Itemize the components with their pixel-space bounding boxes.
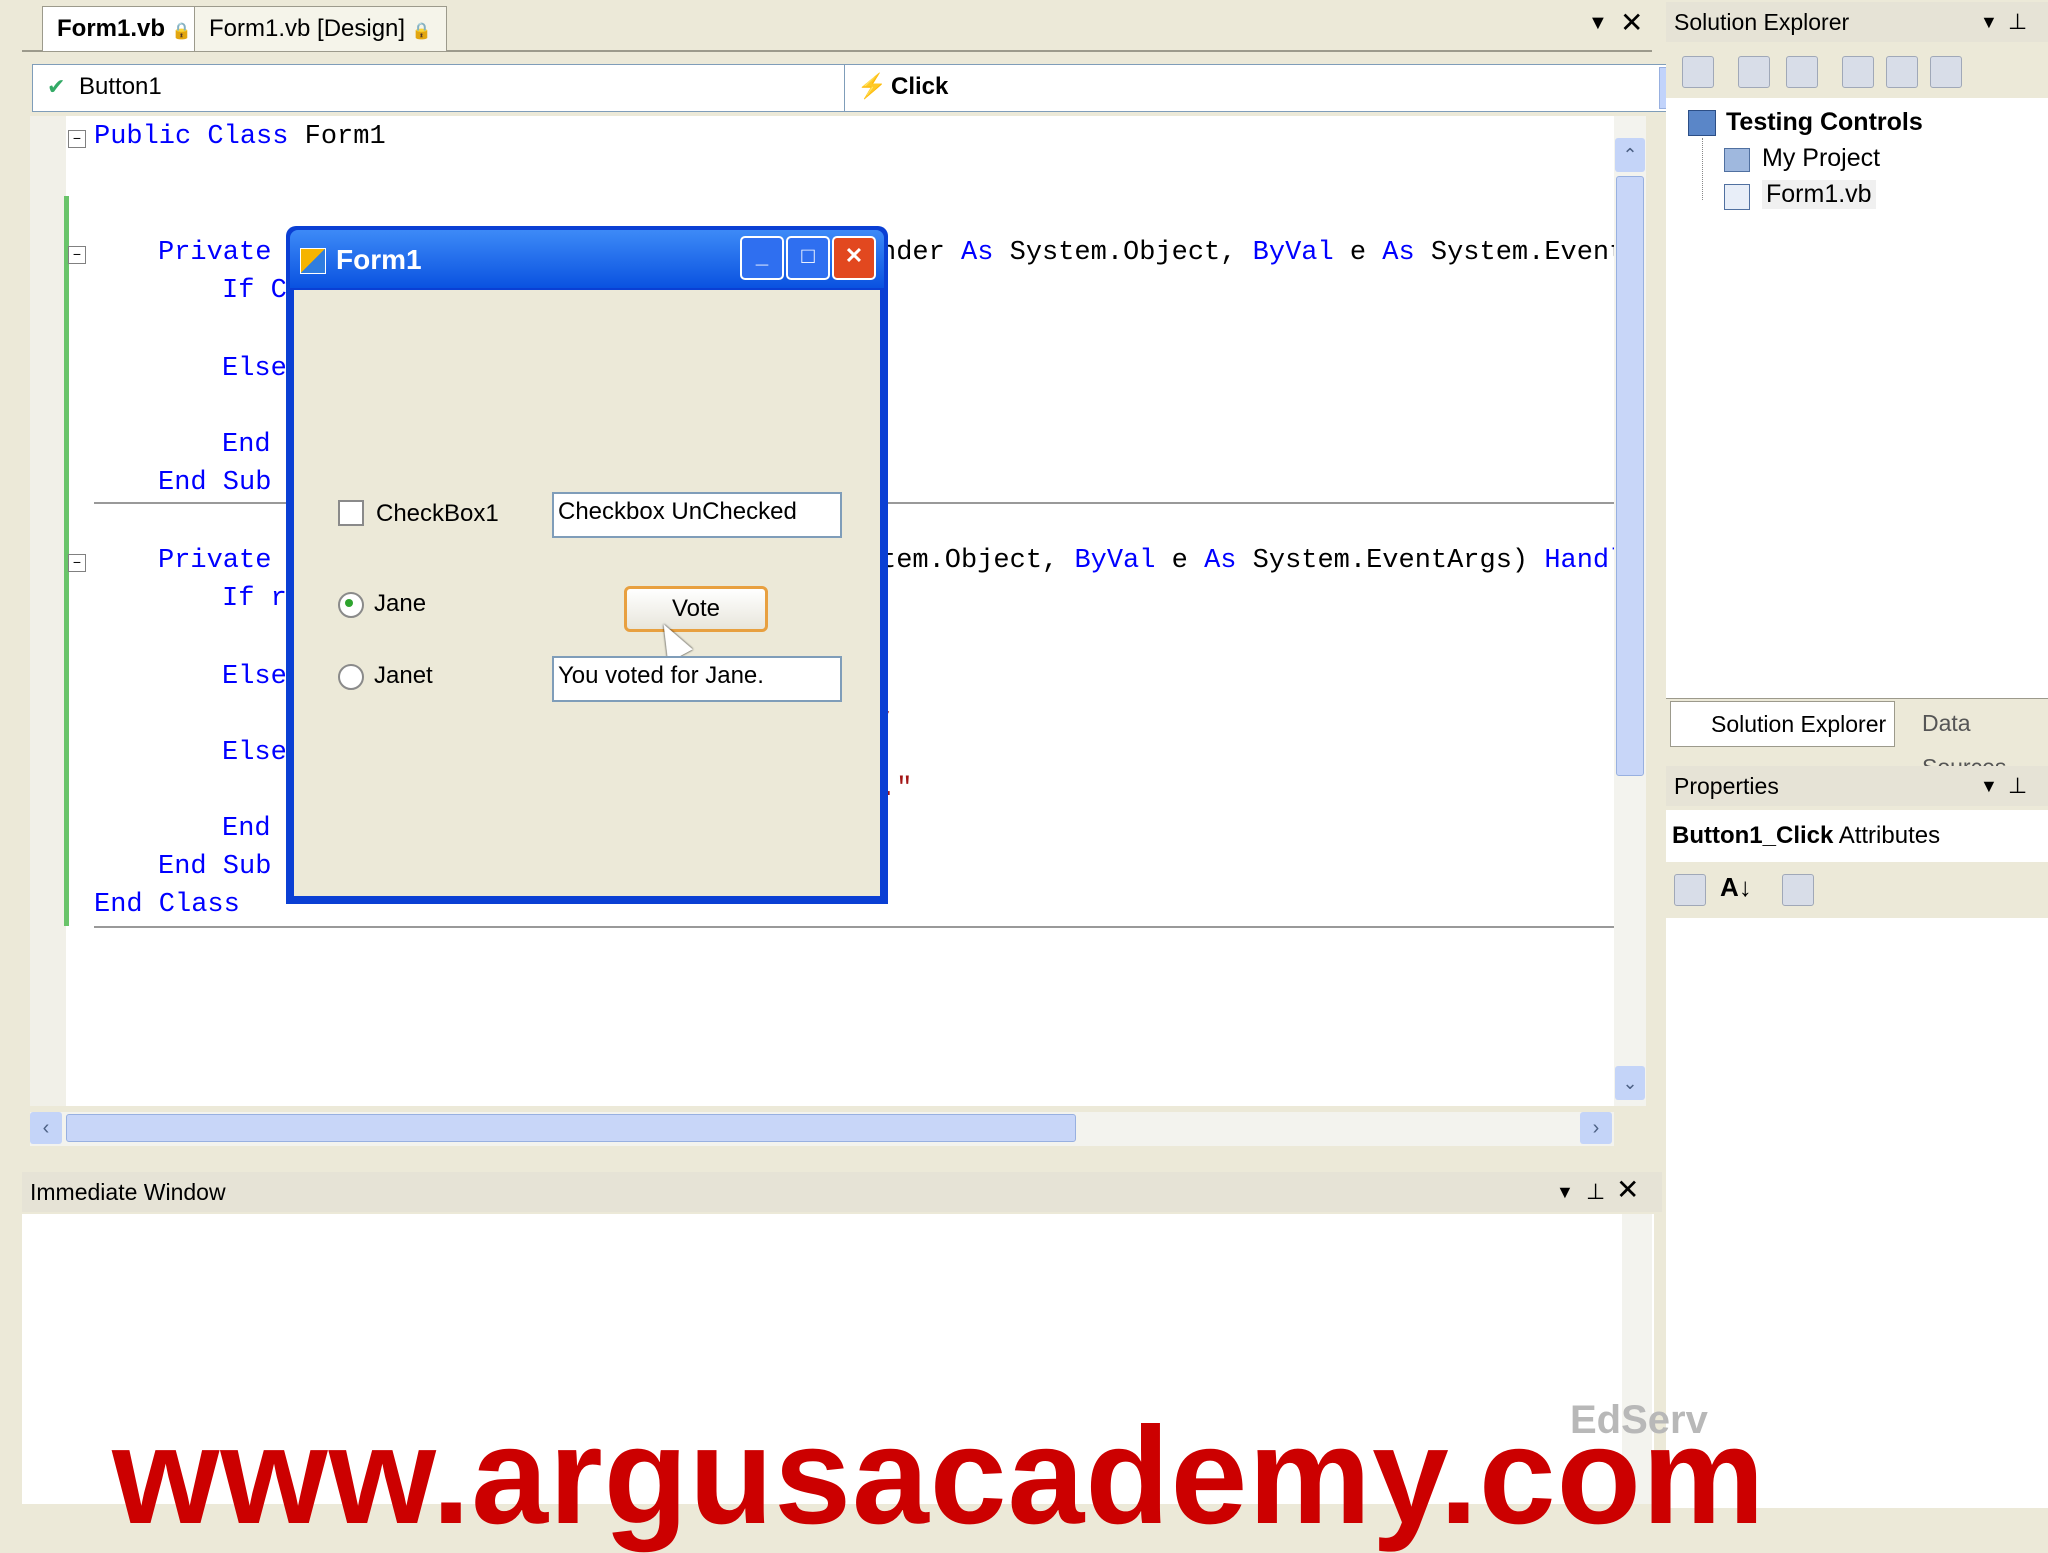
tab-data-sources[interactable]: Data Sources: [1882, 701, 2048, 780]
checkbox-status-textbox[interactable]: Checkbox UnChecked: [552, 492, 842, 538]
tab-form1-design-label: Form1.vb [Design]: [209, 15, 406, 42]
tree-item-my-project[interactable]: My Project: [1762, 144, 1880, 173]
code-line-6: End Sub: [158, 468, 272, 498]
solution-explorer-tabs: Solution Explorer Data Sources: [1666, 698, 2048, 780]
vertical-scrollbar[interactable]: ⌃ ⌄: [1614, 116, 1646, 1106]
code-line-11: End: [222, 814, 271, 844]
properties-object-name: Button1_Click: [1672, 822, 1834, 849]
view-code-icon[interactable]: [1842, 56, 1874, 88]
editor-tab-strip: Form1.vb 🔒 Form1.vb [Design] 🔒 ▼ ✕: [22, 0, 1652, 52]
properties-title: Properties: [1674, 773, 1779, 799]
tab-form1-design[interactable]: Form1.vb [Design] 🔒: [194, 6, 447, 51]
properties-tool-icon[interactable]: [1682, 56, 1714, 88]
radio-jane-dot: [345, 599, 353, 607]
tab-form1-vb-label: Form1.vb: [57, 15, 166, 42]
vote-button[interactable]: Vote: [624, 586, 768, 632]
scroll-thumb[interactable]: [1616, 176, 1644, 776]
radio-jane-label: Jane: [374, 590, 427, 617]
project-icon: [1688, 110, 1716, 136]
alphabetical-icon[interactable]: A↓: [1720, 872, 1752, 903]
code-line-2: Private: [158, 238, 272, 268]
close-window-icon[interactable]: ✕: [832, 236, 876, 280]
properties-header: Properties ▼ ⊥: [1666, 766, 2048, 806]
tab-dropdown-icon[interactable]: ▼: [1588, 12, 1608, 35]
pin-icon[interactable]: ⊥: [1586, 1172, 1605, 1212]
dropdown-icon[interactable]: ▼: [1980, 766, 1998, 806]
form1-title: Form1: [336, 244, 422, 275]
checkbox1-label: CheckBox1: [376, 500, 499, 527]
tree-item-form1-vb[interactable]: Form1.vb: [1762, 180, 1876, 209]
scroll-right-icon[interactable]: ›: [1580, 1112, 1612, 1144]
property-pages-icon[interactable]: [1782, 874, 1814, 906]
view-designer-icon[interactable]: [1886, 56, 1918, 88]
properties-toolbar: A↓: [1666, 862, 2048, 918]
close-icon[interactable]: ✕: [1616, 1170, 1639, 1210]
result-textbox[interactable]: You voted for Jane.: [552, 656, 842, 702]
scroll-left-icon[interactable]: ‹: [30, 1112, 62, 1144]
tab-form1-vb[interactable]: Form1.vb 🔒: [42, 6, 207, 51]
immediate-window-title: Immediate Window: [30, 1179, 226, 1205]
horizontal-scrollbar[interactable]: ‹ ›: [30, 1112, 1614, 1146]
code-line-3: If C: [222, 276, 287, 306]
solution-explorer-header: Solution Explorer ▼ ⊥: [1666, 2, 2048, 42]
checkbox1[interactable]: [338, 500, 364, 526]
event-combo-value: Click: [891, 73, 949, 100]
form1-window[interactable]: [286, 226, 888, 904]
solution-tree: Testing Controls My Project Form1.vb: [1666, 98, 2048, 698]
end-separator: [94, 926, 1614, 928]
button-object-icon: ✔: [47, 74, 66, 99]
dropdown-icon[interactable]: ▼: [1556, 1172, 1574, 1212]
lock-icon: 🔒: [411, 23, 432, 40]
lightning-event-icon: ⚡: [857, 73, 887, 100]
categorized-icon[interactable]: [1674, 874, 1706, 906]
code-line-7-tail: tem.Object, ByVal e As System.EventArgs)…: [880, 546, 1626, 576]
tab-solution-explorer-label: Solution Explorer: [1711, 711, 1887, 737]
code-line-12: End Sub: [158, 852, 272, 882]
code-line-4: Else: [222, 354, 287, 384]
immediate-window-header: Immediate Window ▼ ⊥ ✕: [22, 1172, 1662, 1212]
solution-explorer-toolbar: [1666, 44, 2048, 98]
code-line-2-tail: nder As System.Object, ByVal e As System…: [880, 238, 1626, 268]
collapse-toggle[interactable]: −: [68, 554, 86, 572]
class-view-icon[interactable]: [1930, 56, 1962, 88]
tab-solution-explorer[interactable]: Solution Explorer: [1670, 701, 1896, 747]
dropdown-icon[interactable]: ▼: [1980, 2, 1998, 42]
event-combo[interactable]: ⚡ Click ⌄: [844, 64, 1694, 112]
tree-line: [1702, 138, 1703, 200]
object-combo[interactable]: ✔ Button1 ⌄: [32, 64, 884, 112]
code-line-8: If r: [222, 584, 287, 614]
code-line-7: Private: [158, 546, 272, 576]
collapse-toggle[interactable]: −: [68, 246, 86, 264]
pin-icon[interactable]: ⊥: [2008, 2, 2027, 42]
form-app-icon: [300, 248, 326, 274]
collapse-toggle[interactable]: −: [68, 130, 86, 148]
scroll-up-icon[interactable]: ⌃: [1615, 138, 1645, 172]
my-project-icon: [1724, 148, 1750, 172]
code-line-10: Else: [222, 738, 287, 768]
vb-file-icon: [1724, 184, 1750, 210]
radio-jane[interactable]: [338, 592, 364, 618]
h-scroll-thumb[interactable]: [66, 1114, 1076, 1142]
show-all-files-icon[interactable]: [1738, 56, 1770, 88]
object-combo-value: Button1: [79, 73, 162, 100]
code-line-9: Else: [222, 662, 287, 692]
radio-janet[interactable]: [338, 664, 364, 690]
solution-explorer-title: Solution Explorer: [1674, 9, 1850, 35]
maximize-icon[interactable]: □: [786, 236, 830, 280]
code-line-13: End Class: [94, 890, 240, 920]
close-icon[interactable]: ✕: [1620, 6, 1643, 39]
watermark-url: www.argusacademy.com: [112, 1399, 1766, 1553]
properties-object-type: Attributes: [1838, 822, 1941, 849]
radio-janet-label: Janet: [374, 662, 433, 689]
code-line-1: Public Class Form1: [94, 122, 386, 152]
project-node[interactable]: Testing Controls: [1726, 108, 1923, 137]
properties-object-bar[interactable]: Button1_Click Attributes: [1666, 810, 2048, 862]
scroll-down-icon[interactable]: ⌄: [1615, 1066, 1645, 1100]
refresh-icon[interactable]: [1786, 56, 1818, 88]
lock-icon: 🔒: [171, 23, 192, 40]
code-line-5: End: [222, 430, 271, 460]
pin-icon[interactable]: ⊥: [2008, 766, 2027, 806]
minimize-icon[interactable]: _: [740, 236, 784, 280]
